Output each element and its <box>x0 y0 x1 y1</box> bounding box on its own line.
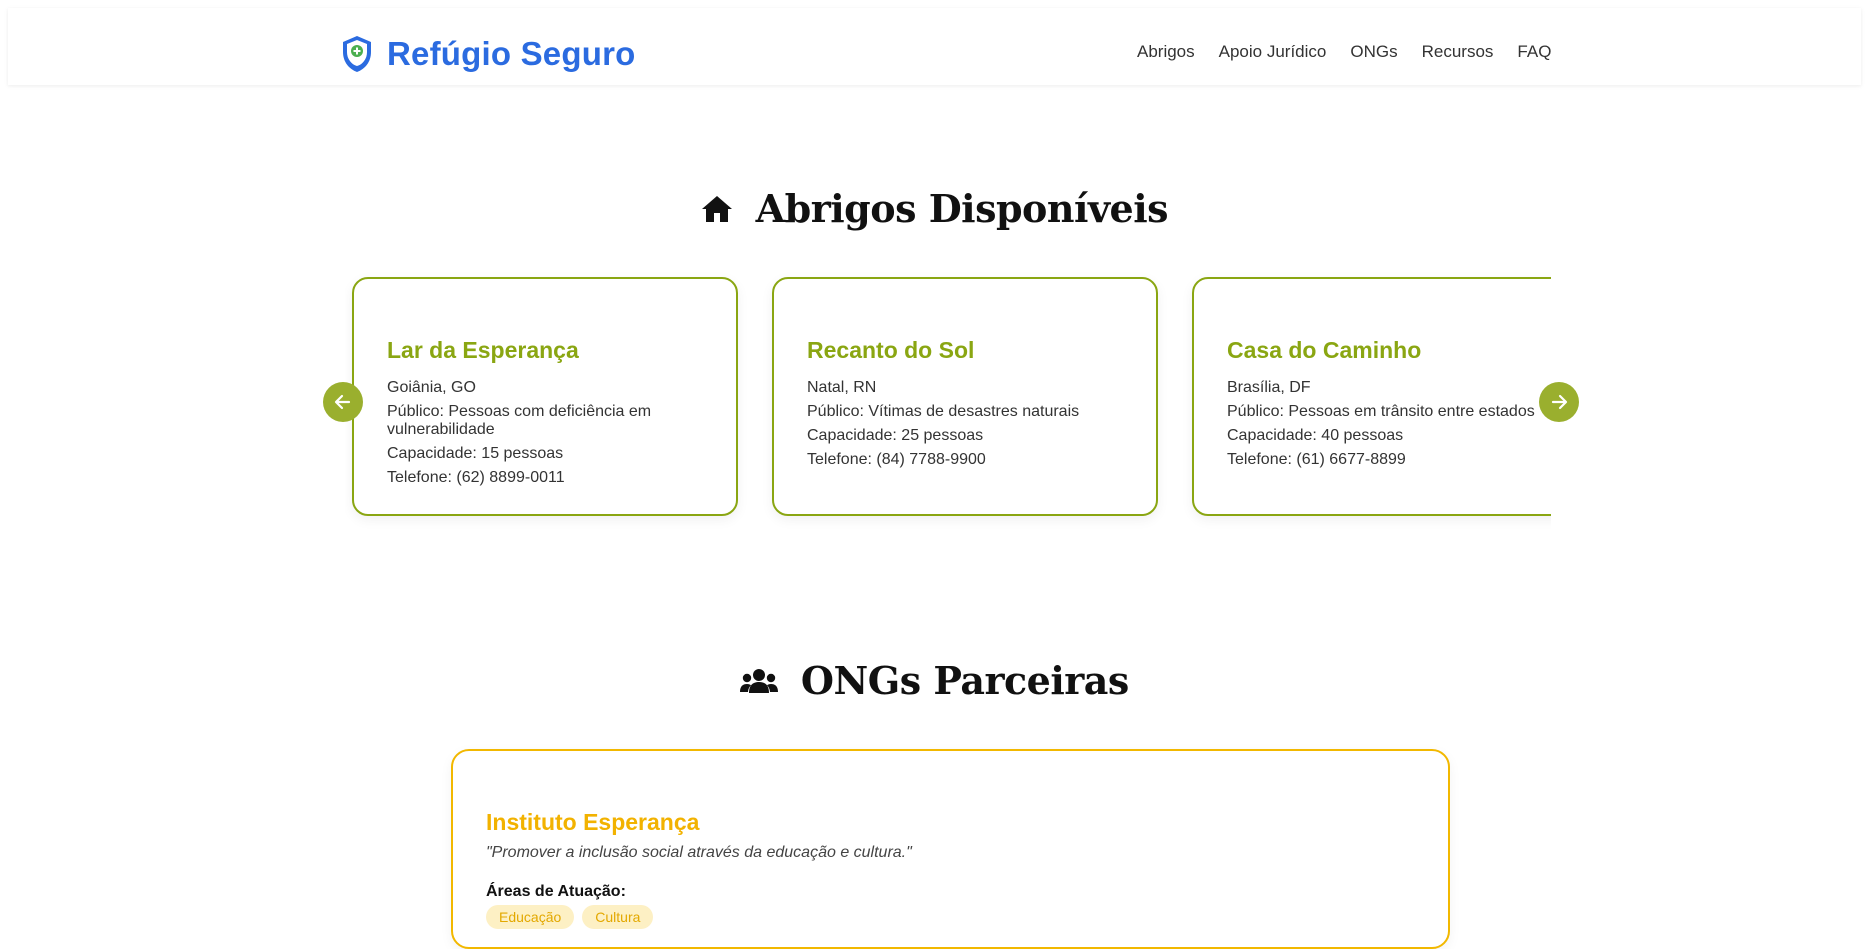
nav-apoio-juridico[interactable]: Apoio Jurídico <box>1219 35 1327 69</box>
shelter-card[interactable]: Recanto do Sol Natal, RN Público: Vítima… <box>772 277 1158 516</box>
arrow-right-icon <box>1551 394 1568 410</box>
shelter-name: Recanto do Sol <box>807 337 975 363</box>
shelter-location: Brasília, DF <box>1227 379 1311 396</box>
ngo-areas-tags: Educação Cultura <box>486 905 661 929</box>
brand-logo[interactable]: Refúgio Seguro <box>339 24 635 84</box>
brand-name: Refúgio Seguro <box>387 35 636 72</box>
ngos-section-title: ONGs Parceiras <box>0 654 1869 703</box>
shelter-location: Natal, RN <box>807 379 877 396</box>
nav-abrigos[interactable]: Abrigos <box>1137 35 1195 69</box>
site-header: Refúgio Seguro Abrigos Apoio Jurídico ON… <box>8 8 1861 85</box>
shelter-audience: Público: Vítimas de desastres naturais <box>807 403 1080 420</box>
shelter-card[interactable]: Casa do Caminho Brasília, DF Público: Pe… <box>1192 277 1551 516</box>
home-icon <box>701 195 732 222</box>
shelter-capacity: Capacidade: 40 pessoas <box>1227 427 1404 444</box>
users-icon <box>740 668 779 693</box>
shelter-phone: Telefone: (61) 6677-8899 <box>1227 451 1406 468</box>
main-nav: Abrigos Apoio Jurídico ONGs Recursos FAQ <box>1137 35 1551 69</box>
area-tag: Educação <box>486 905 575 929</box>
shelter-capacity: Capacidade: 25 pessoas <box>807 427 984 444</box>
shelter-audience: Público: Pessoas em trânsito entre estad… <box>1227 403 1535 420</box>
shelters-carousel: Lar da Esperança Goiânia, GO Público: Pe… <box>345 270 1551 530</box>
shelter-capacity: Capacidade: 15 pessoas <box>387 445 564 462</box>
ngos-title-text: ONGs Parceiras <box>800 658 1129 703</box>
shield-heart-hands-icon <box>343 36 371 72</box>
shelter-phone: Telefone: (84) 7788-9900 <box>807 451 986 468</box>
carousel-next-button[interactable] <box>1539 382 1579 422</box>
shelter-name: Casa do Caminho <box>1227 337 1422 363</box>
shelter-phone: Telefone: (62) 8899-0011 <box>387 469 565 486</box>
shelter-name: Lar da Esperança <box>387 337 579 363</box>
shelter-card[interactable]: Lar da Esperança Goiânia, GO Público: Pe… <box>352 277 738 516</box>
ngo-card[interactable]: Instituto Esperança "Promover a inclusão… <box>451 749 1450 949</box>
area-tag: Cultura <box>582 905 654 929</box>
ngo-areas-label: Áreas de Atuação: <box>486 883 626 900</box>
nav-faq[interactable]: FAQ <box>1517 35 1551 69</box>
carousel-prev-button[interactable] <box>323 382 363 422</box>
shelter-location: Goiânia, GO <box>387 379 476 396</box>
nav-recursos[interactable]: Recursos <box>1422 35 1494 69</box>
ngo-name: Instituto Esperança <box>486 809 700 835</box>
shelters-section-title: Abrigos Disponíveis <box>0 182 1869 231</box>
ngo-mission: "Promover a inclusão social através da e… <box>486 844 912 861</box>
shelter-audience: Público: Pessoas com deficiência em vuln… <box>387 403 652 438</box>
shelters-title-text: Abrigos Disponíveis <box>755 186 1169 231</box>
nav-ongs[interactable]: ONGs <box>1350 35 1397 69</box>
arrow-left-icon <box>334 394 351 410</box>
